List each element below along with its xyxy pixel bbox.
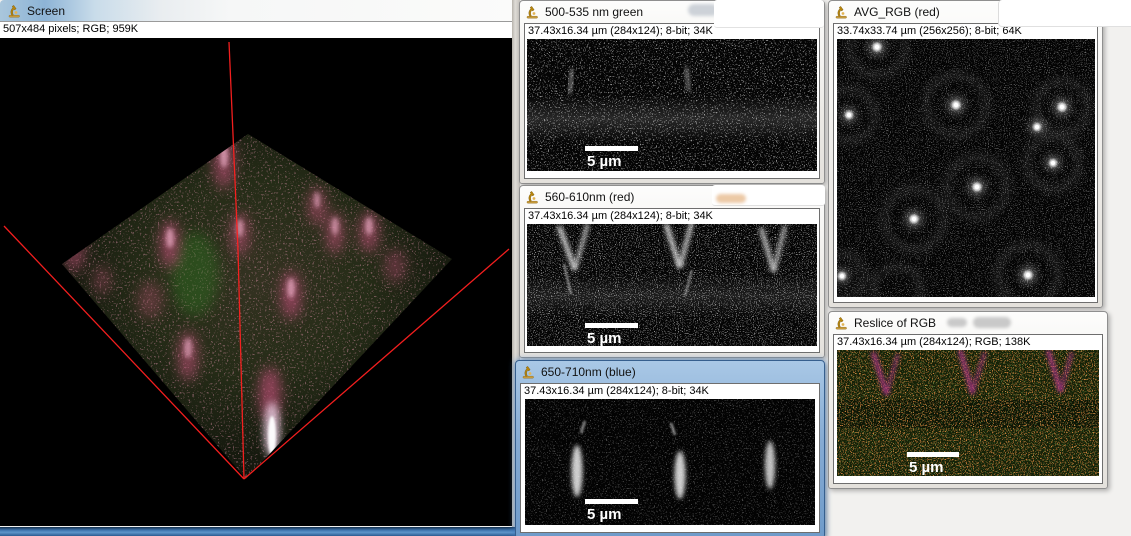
blue-channel-titlebar[interactable]: 650-710nm (blue): [516, 361, 824, 383]
avg-rgb-title: AVG_RGB (red): [854, 5, 940, 19]
red-channel-image[interactable]: 5 µm: [527, 224, 817, 346]
reslice-infobar: 37.43x16.34 µm (284x124); RGB; 138K: [834, 335, 1102, 350]
blurred-region: [714, 0, 824, 28]
microscope-icon: [522, 365, 535, 379]
screen-window[interactable]: Screen 507x484 pixels; RGB; 959K: [0, 0, 520, 527]
blue-channel-infobar: 37.43x16.34 µm (284x124); 8-bit; 34K: [521, 384, 819, 399]
reslice-title: Reslice of RGB: [854, 316, 936, 330]
red-channel-infobar: 37.43x16.34 µm (284x124); 8-bit; 34K: [525, 209, 819, 224]
microscope-icon: [835, 316, 848, 330]
blurred-region: [716, 194, 746, 203]
blue-channel-title: 650-710nm (blue): [541, 365, 636, 379]
svg-text:5 µm: 5 µm: [587, 153, 622, 170]
reslice-titlebar[interactable]: Reslice of RGB: [829, 312, 1107, 334]
green-channel-title: 500-535 nm green: [545, 5, 643, 19]
avg-rgb-window[interactable]: AVG_RGB (red) 33.74x33.74 µm (256x256); …: [828, 0, 1103, 308]
red-channel-window[interactable]: 560-610nm (red) 37.43x16.34 µm (284x124)…: [519, 185, 825, 358]
avg-rgb-image[interactable]: [837, 39, 1095, 297]
reslice-image[interactable]: 5 µm: [837, 350, 1099, 476]
blurred-region: [947, 318, 967, 327]
microscope-icon: [526, 190, 539, 204]
screen-3d-canvas[interactable]: [0, 38, 512, 526]
microscope-icon: [526, 5, 539, 19]
active-window-bottom-edge: [0, 527, 523, 536]
blue-channel-window[interactable]: 650-710nm (blue) 37.43x16.34 µm (284x124…: [515, 360, 825, 536]
blue-channel-image[interactable]: 5 µm: [525, 399, 815, 525]
blurred-region: [998, 0, 1131, 27]
green-channel-image[interactable]: 5 µm: [527, 39, 817, 171]
reslice-window[interactable]: Reslice of RGB 37.43x16.34 µm (284x124);…: [828, 311, 1108, 489]
svg-text:5 µm: 5 µm: [909, 459, 944, 476]
microscope-icon: [8, 4, 21, 18]
screen-titlebar[interactable]: Screen: [0, 0, 520, 22]
desktop: Screen 507x484 pixels; RGB; 959K: [0, 0, 1131, 536]
svg-text:5 µm: 5 µm: [587, 506, 622, 523]
screen-title: Screen: [27, 4, 65, 18]
red-channel-title: 560-610nm (red): [545, 190, 634, 204]
svg-text:5 µm: 5 µm: [587, 330, 622, 346]
screen-infobar: 507x484 pixels; RGB; 959K: [0, 22, 512, 38]
blurred-region: [973, 317, 1011, 328]
microscope-icon: [835, 5, 848, 19]
